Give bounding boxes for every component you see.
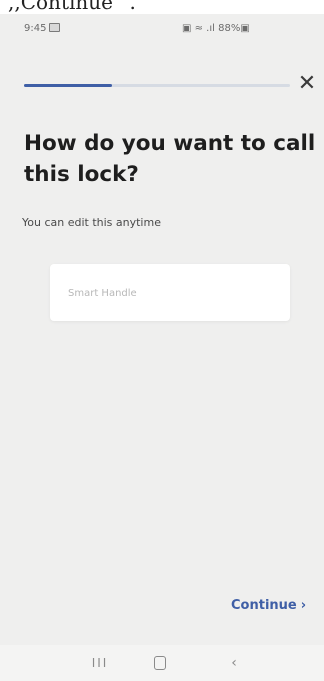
system-nav-bar: III ‹ bbox=[0, 645, 324, 681]
progress-fill bbox=[24, 84, 112, 87]
chevron-right-icon: › bbox=[300, 598, 307, 613]
continue-label: Continue bbox=[231, 598, 297, 613]
home-button[interactable] bbox=[140, 645, 180, 681]
status-time-wrap: 9:45 bbox=[24, 23, 61, 34]
overlay-strip: ,,Continue “. bbox=[0, 0, 324, 14]
gallery-icon bbox=[49, 23, 61, 32]
progress-bar bbox=[24, 84, 290, 87]
page-title: How do you want to call this lock? bbox=[24, 131, 316, 187]
status-time: 9:45 bbox=[24, 23, 47, 34]
lock-name-input[interactable] bbox=[66, 282, 270, 304]
close-icon: ✕ bbox=[297, 71, 317, 96]
overlay-text: ,,Continue “. bbox=[8, 0, 136, 14]
continue-button[interactable]: Continue › bbox=[231, 598, 306, 613]
close-button[interactable]: ✕ bbox=[296, 73, 318, 95]
status-indicators: ▣ ≈ .ıl 88%▣ bbox=[182, 23, 250, 34]
lock-name-card bbox=[50, 264, 290, 321]
recents-button[interactable]: III bbox=[80, 645, 120, 681]
recents-icon: III bbox=[91, 656, 109, 670]
page-subtitle: You can edit this anytime bbox=[22, 216, 161, 229]
home-icon bbox=[154, 656, 166, 670]
back-button[interactable]: ‹ bbox=[214, 645, 254, 681]
back-icon: ‹ bbox=[231, 655, 237, 671]
status-bar: 9:45 ▣ ≈ .ıl 88%▣ bbox=[0, 14, 324, 42]
